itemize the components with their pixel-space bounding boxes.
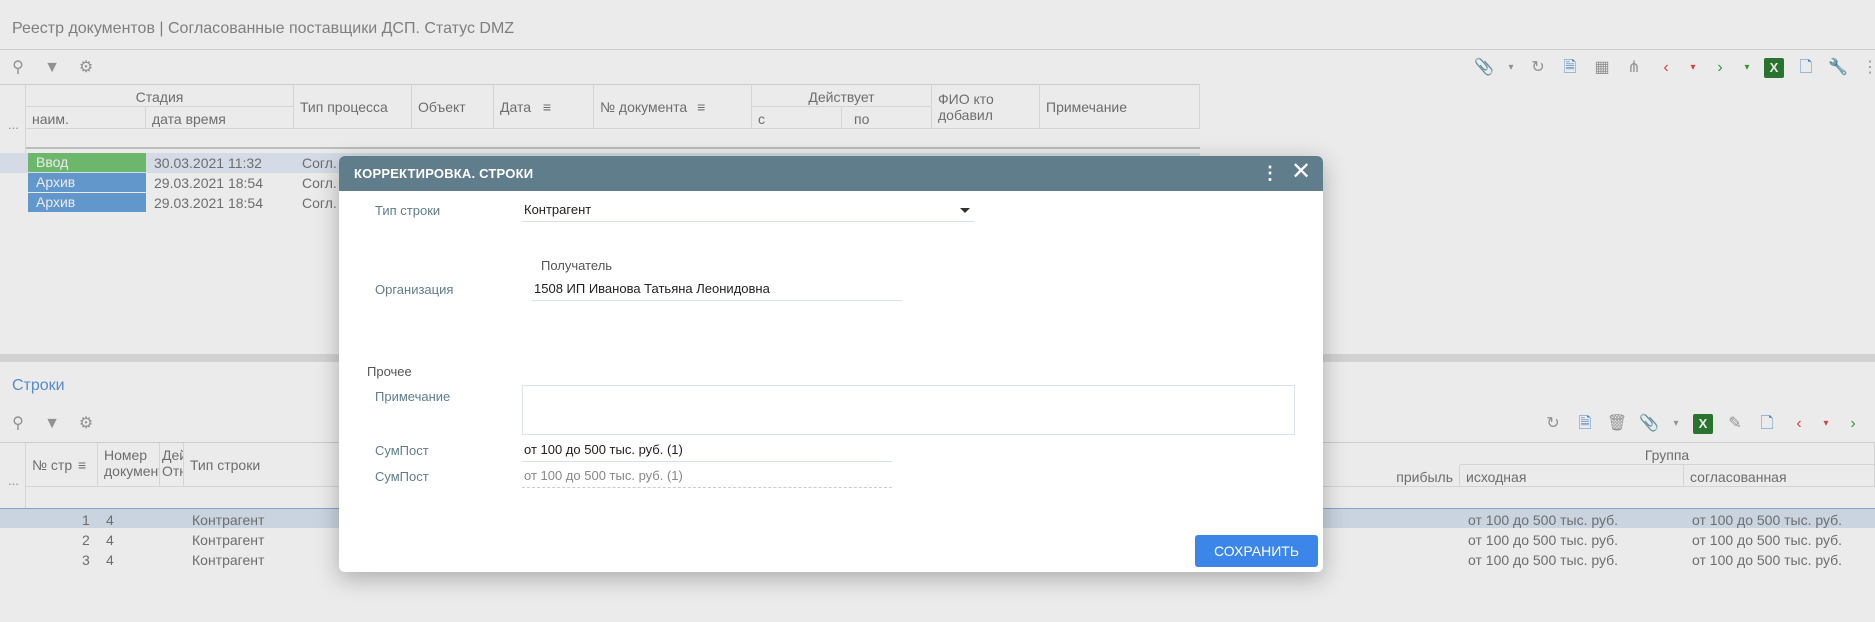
recipient-heading: Получатель <box>541 258 613 273</box>
more-options-icon[interactable]: ⋮ <box>1261 162 1279 184</box>
close-icon[interactable]: ✕ <box>1289 160 1313 185</box>
sum-post-readonly-value: от 100 до 500 тыс. руб. (1) <box>524 468 683 483</box>
organization-value: 1508 ИП Иванова Татьяна Леонидовна <box>534 281 770 296</box>
dialog-header: КОРРЕКТИРОВКА. СТРОКИ ⋮ ✕ <box>339 156 1323 191</box>
save-button[interactable]: СОХРАНИТЬ <box>1195 535 1318 567</box>
row-type-label: Тип строки <box>375 203 441 218</box>
dialog-title: КОРРЕКТИРОВКА. СТРОКИ <box>354 166 534 181</box>
organization-field[interactable]: 1508 ИП Иванова Татьяна Леонидовна <box>532 279 902 301</box>
organization-label: Организация <box>375 282 454 297</box>
sum-post-readonly-label: СумПост <box>375 469 429 484</box>
sum-post-value: от 100 до 500 тыс. руб. (1) <box>524 442 683 457</box>
edit-row-dialog: КОРРЕКТИРОВКА. СТРОКИ ⋮ ✕ Тип строки Кон… <box>339 156 1323 572</box>
note-label: Примечание <box>375 389 451 404</box>
sum-post-field[interactable]: от 100 до 500 тыс. руб. (1) <box>522 440 892 462</box>
note-textarea[interactable] <box>522 385 1295 435</box>
row-type-value: Контрагент <box>524 202 592 217</box>
sum-post-readonly-field: от 100 до 500 тыс. руб. (1) <box>522 466 892 488</box>
other-heading: Прочее <box>367 364 412 379</box>
row-type-select[interactable]: Контрагент <box>522 200 974 222</box>
chevron-down-icon[interactable] <box>960 208 970 213</box>
sum-post-label: СумПост <box>375 443 429 458</box>
